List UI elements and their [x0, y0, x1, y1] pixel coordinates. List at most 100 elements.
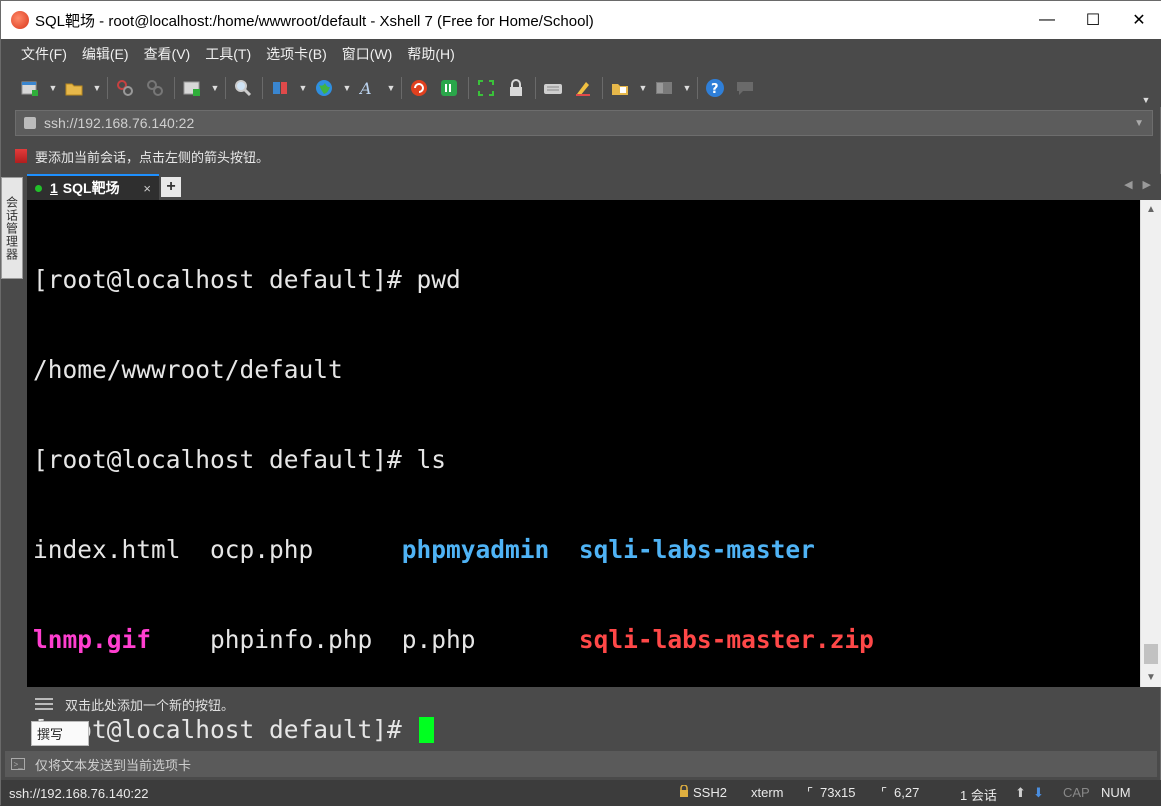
new-tab-icon[interactable] [181, 77, 203, 99]
chevron-down-icon[interactable]: ▼ [49, 77, 58, 99]
tab-number: 1 [50, 180, 58, 196]
scroll-down-icon[interactable]: ▼ [1141, 672, 1161, 683]
address-bar[interactable]: ssh://192.168.76.140:22 ▼ [15, 110, 1153, 136]
open-folder-icon[interactable] [63, 77, 85, 99]
toolbar-separator [535, 77, 536, 99]
layout-icon[interactable] [653, 77, 675, 99]
cursor-position-icon: ⌜ [881, 785, 888, 800]
address-input[interactable]: ssh://192.168.76.140:22 [44, 115, 194, 131]
send-text-hint: 仅将文本发送到当前选项卡 [35, 757, 192, 773]
scroll-up-icon[interactable]: ▲ [1141, 204, 1161, 215]
toolbar-separator [697, 77, 698, 99]
highlight-icon[interactable] [572, 77, 594, 99]
status-caps-lock: CAP [1063, 785, 1090, 800]
lock-icon [678, 784, 690, 800]
ls-file-ocp: ocp.php [210, 535, 402, 564]
chevron-down-icon[interactable]: ▼ [683, 77, 692, 99]
bookmark-flag-icon[interactable] [15, 149, 27, 163]
compose-icon[interactable] [609, 77, 631, 99]
status-protocol: SSH2 [693, 785, 727, 800]
menu-view[interactable]: 查看(V) [144, 44, 191, 64]
new-session-icon[interactable] [19, 77, 41, 99]
tab-next-icon[interactable]: ▶ [1143, 178, 1151, 191]
toolbar-separator [401, 77, 402, 99]
menu-tabs[interactable]: 选项卡(B) [266, 44, 327, 64]
menu-tools[interactable]: 工具(T) [205, 44, 251, 64]
ls-output-row: lnmp.gif phpinfo.php p.php sqli-labs-mas… [33, 625, 1140, 655]
ls-file-index: index.html [33, 535, 211, 564]
minimize-button[interactable]: — [1024, 1, 1070, 39]
menu-bar: 文件(F) 编辑(E) 查看(V) 工具(T) 选项卡(B) 窗口(W) 帮助(… [1, 39, 1161, 69]
chevron-down-icon[interactable]: ▼ [1134, 118, 1144, 129]
reconnect-icon[interactable] [144, 77, 166, 99]
font-icon[interactable]: A [357, 77, 379, 99]
xshell-window: SQL靶场 - root@localhost:/home/wwwroot/def… [0, 0, 1161, 806]
compose-button[interactable]: 撰写 [31, 721, 89, 746]
info-bar: 要添加当前会话，点击左侧的箭头按钮。 [15, 144, 269, 168]
toolbar-separator [174, 77, 175, 99]
ls-file-sqli-zip: sqli-labs-master.zip [578, 625, 874, 654]
terminal-line: /home/wwwroot/default [33, 355, 343, 384]
transfer-icon[interactable] [269, 77, 291, 99]
svg-text:?: ? [711, 82, 719, 97]
quick-command-bar[interactable]: 双击此处添加一个新的按钮。 [27, 691, 1161, 717]
tab-prev-icon[interactable]: ◀ [1124, 178, 1132, 191]
terminal-prompt-line: [root@localhost default]# [33, 715, 1140, 745]
find-icon[interactable] [232, 77, 254, 99]
help-icon[interactable]: ? [704, 77, 726, 99]
send-text-bar[interactable]: >_ 仅将文本发送到当前选项卡 [5, 751, 1157, 777]
tab-sql-range[interactable]: 1 SQL靶场 × [27, 174, 159, 200]
chevron-down-icon[interactable]: ▼ [343, 77, 352, 99]
hamburger-menu-icon[interactable] [35, 698, 53, 710]
terminal-size-icon: ⌜ [807, 785, 814, 800]
menu-edit[interactable]: 编辑(E) [82, 44, 129, 64]
status-sessions: 1 会话 [960, 788, 997, 803]
tab-navigation: ◀ ▶ [1124, 178, 1151, 191]
status-terminal-type: xterm [751, 785, 784, 800]
menu-help[interactable]: 帮助(H) [407, 44, 454, 64]
close-button[interactable]: ✕ [1116, 1, 1161, 39]
menu-window[interactable]: 窗口(W) [342, 44, 393, 64]
chevron-down-icon[interactable]: ▼ [387, 77, 396, 99]
ls-file-p-php: p.php [401, 625, 579, 654]
lock-icon[interactable] [505, 77, 527, 99]
scrollbar-thumb[interactable] [1144, 644, 1158, 664]
chevron-down-icon[interactable]: ▼ [93, 77, 102, 99]
keyboard-icon[interactable] [542, 77, 564, 99]
window-title: SQL靶场 - root@localhost:/home/wwwroot/def… [35, 12, 594, 30]
terminal-output[interactable]: [root@localhost default]# pwd /home/wwwr… [27, 200, 1140, 744]
add-tab-button[interactable]: + [161, 177, 181, 197]
xshell-icon[interactable] [408, 77, 430, 99]
address-lock-icon [24, 117, 36, 129]
toolbar-overflow-icon[interactable]: ▼ [1142, 89, 1151, 111]
svg-text:A: A [359, 79, 372, 97]
status-num-lock: NUM [1101, 785, 1131, 800]
menu-file[interactable]: 文件(F) [21, 44, 67, 64]
maximize-button[interactable]: ☐ [1070, 1, 1116, 39]
chevron-down-icon[interactable]: ▼ [211, 77, 220, 99]
upload-arrow-icon: ⬆ [1015, 785, 1026, 800]
ls-dir-sqli-labs: sqli-labs-master [578, 535, 815, 564]
status-address: ssh://192.168.76.140:22 [9, 785, 149, 801]
fullscreen-icon[interactable] [475, 77, 497, 99]
connected-status-icon [35, 184, 42, 192]
xftp-icon[interactable] [438, 77, 460, 99]
toolbar-separator [468, 77, 469, 99]
tab-strip: 1 SQL靶场 × + ◀ ▶ [27, 174, 1161, 200]
chevron-down-icon[interactable]: ▼ [639, 77, 648, 99]
terminal-line: [root@localhost default]# pwd [33, 265, 461, 294]
chat-icon[interactable] [734, 77, 756, 99]
globe-icon[interactable] [313, 77, 335, 99]
chevron-down-icon[interactable]: ▼ [299, 77, 308, 99]
disconnect-icon[interactable] [114, 77, 136, 99]
ls-file-lnmp-gif: lnmp.gif [33, 625, 152, 654]
session-manager-tab[interactable]: 会话管理器 [1, 177, 23, 279]
status-bar: ssh://192.168.76.140:22 SSH2 xterm ⌜ 73x… [1, 780, 1161, 806]
tab-label: SQL靶场 [62, 180, 120, 196]
toolbar-separator [107, 77, 108, 99]
toolbar: ▼ ▼ ▼ ▼ ▼ A ▼ ▼ ▼ ? ▼ [1, 69, 1161, 107]
terminal-scrollbar[interactable]: ▲ ▼ [1140, 200, 1161, 687]
toolbar-separator [225, 77, 226, 99]
ls-dir-phpmyadmin: phpmyadmin [401, 535, 550, 564]
tab-close-icon[interactable]: × [143, 181, 151, 196]
